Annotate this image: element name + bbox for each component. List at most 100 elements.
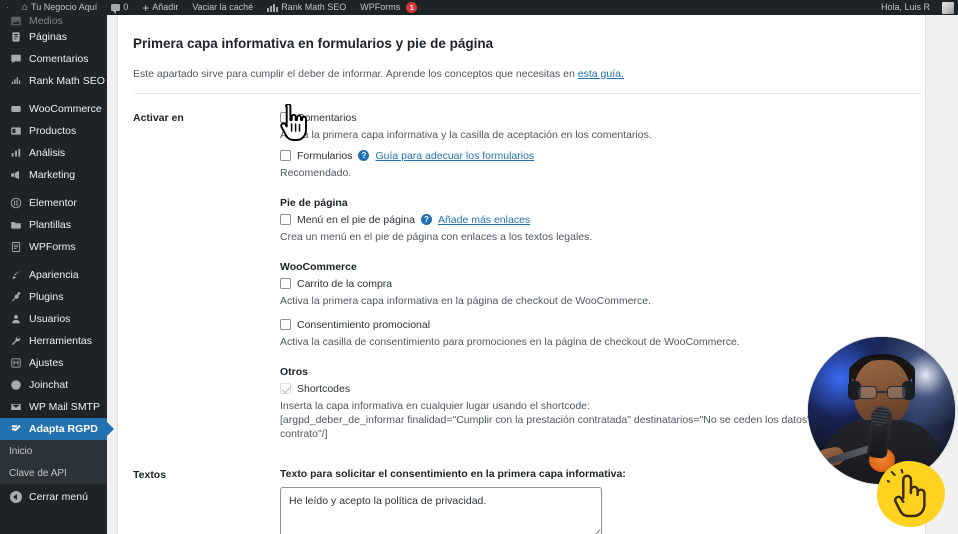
sidebar-item-label: Usuarios	[29, 313, 71, 325]
sidebar-submenu: Inicio Clave de API	[0, 440, 107, 484]
sidebar-item-label: Joinchat	[29, 379, 69, 391]
adminbar-clear-cache[interactable]: Vaciar la caché	[185, 0, 260, 15]
adminbar-rank-math-label: Rank Math SEO	[281, 2, 347, 12]
checkbox-row-formularios[interactable]: Formularios ? Guía para adecuar los form…	[280, 149, 925, 163]
checkbox-menu-pie-de-pagina[interactable]	[280, 214, 291, 226]
adminbar-site-name[interactable]: ⌂ Tu Negocio Aquí	[15, 0, 104, 15]
sidebar-item-label: WP Mail SMTP	[29, 401, 100, 413]
elementor-icon	[9, 197, 22, 210]
wpforms-clipboard-icon	[9, 241, 22, 254]
tools-wrench-icon	[9, 335, 22, 348]
adminbar-greeting[interactable]: Hola, Luis R	[874, 0, 937, 15]
avatar	[942, 1, 954, 14]
sidebar-collapse-menu-button[interactable]: Cerrar menú	[0, 486, 107, 508]
sidebar-item-plugins[interactable]: Plugins	[0, 286, 107, 308]
adminbar-comments-count: 0	[123, 2, 129, 12]
page-title: Primera capa informativa en formularios …	[133, 36, 494, 51]
mail-icon	[9, 401, 22, 414]
joinchat-icon	[9, 379, 22, 392]
checkbox-label-shortcodes: Shortcodes	[297, 382, 351, 395]
admin-bar: ⌂ Tu Negocio Aquí 0 + Añadir Vaciar la c…	[0, 0, 958, 15]
sidebar-item-apariencia[interactable]: Apariencia	[0, 264, 107, 286]
sidebar-item-label: Ajustes	[29, 357, 64, 369]
adminbar-clear-cache-label: Vaciar la caché	[192, 2, 254, 12]
analytics-icon	[9, 147, 22, 160]
page-description: Este apartado sirve para cumplir el debe…	[133, 68, 925, 80]
sidebar-item-rank-math-seo[interactable]: Rank Math SEO	[0, 70, 107, 92]
checkbox-row-comentarios[interactable]: Comentarios	[280, 111, 925, 125]
sidebar-item-ajustes[interactable]: Ajustes	[0, 352, 107, 374]
sidebar-item-label: Marketing	[29, 169, 76, 181]
wordpress-logo-icon[interactable]	[0, 0, 15, 15]
comment-bubble-icon	[111, 4, 121, 14]
sidebar-submenu-label: Clave de API	[9, 467, 67, 479]
comments-icon	[9, 53, 22, 66]
group-pie-de-pagina: Pie de página Menú en el pie de página ?…	[280, 197, 925, 245]
appearance-brush-icon	[9, 269, 22, 282]
home-icon: ⌂	[22, 2, 29, 13]
help-question-icon[interactable]: ?	[358, 150, 370, 162]
sidebar-item-paginas[interactable]: Páginas	[0, 26, 107, 48]
link-anade-mas-enlaces[interactable]: Añade más enlaces	[438, 213, 530, 227]
checkbox-row-consentimiento[interactable]: Consentimiento promocional	[280, 318, 925, 332]
adminbar-new-label: Añadir	[152, 2, 179, 12]
woocommerce-icon	[9, 103, 22, 116]
sidebar-item-comentarios[interactable]: Comentarios	[0, 48, 107, 70]
sidebar-item-label-medios: Medios	[29, 15, 63, 26]
checkbox-formularios[interactable]	[280, 150, 291, 162]
field-row-textos: Textos Texto para solicitar el consentim…	[133, 468, 925, 534]
field-label-activar-en: Activar en	[133, 111, 184, 124]
group-title-woocommerce: WooCommerce	[280, 260, 357, 273]
plus-icon: +	[142, 0, 150, 15]
adminbar-wpforms[interactable]: WPForms 1	[353, 0, 424, 15]
sidebar-item-plantillas[interactable]: Plantillas	[0, 214, 107, 236]
sidebar-item-label: Elementor	[29, 197, 77, 209]
help-question-icon[interactable]: ?	[420, 214, 432, 226]
adminbar-rank-math[interactable]: Rank Math SEO	[260, 0, 353, 15]
checkbox-carrito-de-la-compra[interactable]	[280, 278, 291, 290]
click-hand-icon	[887, 469, 926, 518]
sidebar-submenu-label: Inicio	[9, 445, 33, 457]
sidebar-item-label: Plugins	[29, 291, 64, 303]
collapse-arrow-icon	[9, 491, 22, 504]
sidebar-item-usuarios[interactable]: Usuarios	[0, 308, 107, 330]
media-icon	[9, 15, 22, 26]
checkbox-comentarios[interactable]	[280, 112, 291, 124]
adminbar-comments[interactable]: 0	[104, 0, 135, 15]
sidebar-submenu-item-clave-api[interactable]: Clave de API	[0, 462, 107, 484]
adminbar-account-area[interactable]: Hola, Luis R	[874, 0, 958, 15]
checkbox-row-carrito[interactable]: Carrito de la compra	[280, 277, 925, 291]
guia-link[interactable]: esta guía.	[578, 68, 624, 80]
sidebar-item-woocommerce[interactable]: WooCommerce	[0, 98, 107, 120]
checkbox-consentimiento-promocional[interactable]	[280, 319, 291, 331]
adminbar-new-content[interactable]: + Añadir	[135, 0, 185, 15]
sidebar-item-wp-mail-smtp[interactable]: WP Mail SMTP	[0, 396, 107, 418]
sidebar-item-medios[interactable]: Medios	[0, 15, 107, 26]
checkbox-label-consentimiento: Consentimiento promocional	[297, 318, 431, 331]
checkbox-label-comentarios: Comentarios	[297, 111, 357, 124]
templates-folder-icon	[9, 219, 22, 232]
sidebar-item-label: Plantillas	[29, 219, 72, 231]
sidebar-item-productos[interactable]: Productos	[0, 120, 107, 142]
checkbox-shortcodes	[280, 383, 291, 395]
sidebar-item-herramientas[interactable]: Herramientas	[0, 330, 107, 352]
sidebar-item-marketing[interactable]: Marketing	[0, 164, 107, 186]
sidebar-item-elementor[interactable]: Elementor	[0, 192, 107, 214]
link-guia-formularios[interactable]: Guía para adecuar los formularios	[375, 149, 534, 163]
checkbox-label-carrito: Carrito de la compra	[297, 277, 393, 290]
adapta-rgpd-icon	[9, 423, 22, 436]
sidebar-item-analisis[interactable]: Análisis	[0, 142, 107, 164]
description-comentarios: Activa la primera capa informativa y la …	[280, 128, 652, 141]
sidebar-item-adapta-rgpd[interactable]: Adapta RGPD	[0, 418, 107, 440]
description-formularios: Recomendado.	[280, 166, 352, 179]
sidebar-item-label: Rank Math SEO	[29, 75, 105, 87]
sidebar-submenu-item-inicio[interactable]: Inicio	[0, 440, 107, 462]
sidebar-item-label: Páginas	[29, 31, 67, 43]
sidebar-item-label-current: Adapta RGPD	[29, 423, 98, 435]
sidebar-item-joinchat[interactable]: Joinchat	[0, 374, 107, 396]
sidebar-item-wpforms[interactable]: WPForms	[0, 236, 107, 258]
textarea-consentimiento[interactable]	[280, 486, 602, 534]
wordpress-logo-glyph	[7, 7, 8, 8]
bar-chart-icon	[267, 3, 279, 12]
checkbox-row-menu-pie[interactable]: Menú en el pie de página ? Añade más enl…	[280, 213, 925, 227]
